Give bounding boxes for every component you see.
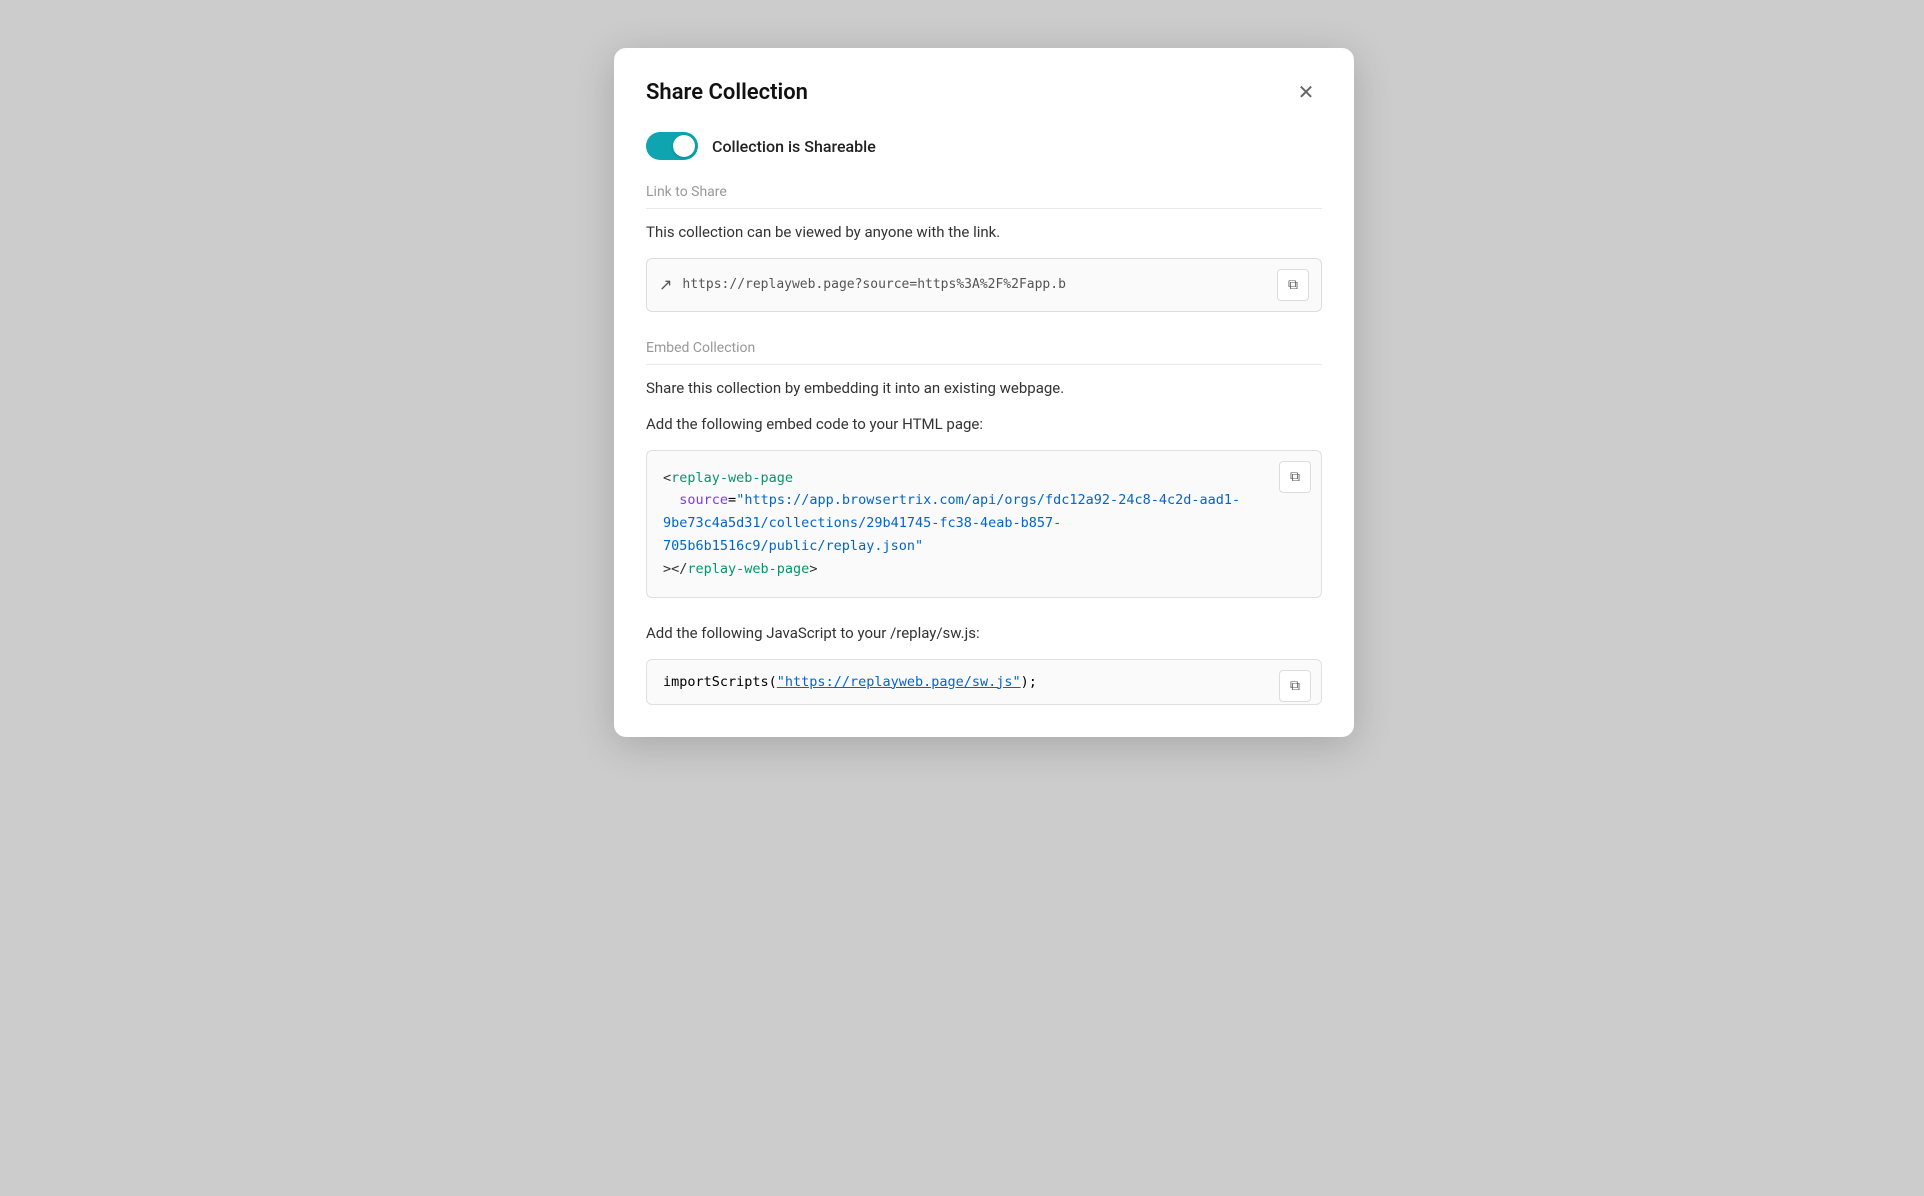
js-code-block: ⧉ importScripts("https://replayweb.page/… [646,659,1322,705]
embed-attr-name: source [679,492,728,508]
embed-code-line1: <replay-web-page [663,467,1305,490]
shareable-toggle[interactable] [646,132,698,160]
external-link-icon: ↗ [659,275,672,294]
embed-closing-tag: replay-web-page [687,561,809,577]
copy-js-button[interactable]: ⧉ [1279,670,1311,702]
embed-tag-name: replay-web-page [671,470,793,486]
modal-header: Share Collection ✕ [646,76,1322,108]
embed-code-line3: ></replay-web-page> [663,558,1305,581]
toggle-thumb [673,135,695,157]
code-bracket-open: < [663,470,671,486]
share-url: https://replayweb.page?source=https%3A%2… [682,277,1267,292]
js-label-text: Add the following JavaScript to your /re… [646,624,980,642]
share-collection-modal: Share Collection ✕ Collection is Shareab… [614,48,1354,737]
embed-attr-value: "https://app.browsertrix.com/api/orgs/fd… [663,492,1240,554]
link-section-label: Link to Share [646,184,1322,209]
share-link-box: ↗ https://replayweb.page?source=https%3A… [646,258,1322,312]
embed-section-label: Embed Collection [646,340,1322,365]
embed-code-block: ⧉ <replay-web-page source="https://app.b… [646,450,1322,599]
link-desc: This collection can be viewed by anyone … [646,221,1322,244]
js-code-start: importScripts( [663,674,777,690]
copy-embed-code-button[interactable]: ⧉ [1279,461,1311,493]
js-link[interactable]: "https://replayweb.page/sw.js" [777,674,1021,690]
js-section-label: Add the following JavaScript to your /re… [646,622,1322,645]
code-tag-close: ></ [663,561,687,577]
code-final-bracket: > [809,561,817,577]
toggle-label: Collection is Shareable [712,137,876,156]
modal-close-button[interactable]: ✕ [1290,76,1322,108]
shareable-toggle-row: Collection is Shareable [646,132,1322,160]
copy-link-button[interactable]: ⧉ [1277,269,1309,301]
embed-code-line2: source="https://app.browsertrix.com/api/… [663,489,1305,558]
embed-code-label: Add the following embed code to your HTM… [646,413,1322,436]
js-code-end: ); [1021,674,1037,690]
embed-desc: Share this collection by embedding it in… [646,377,1322,400]
modal-title: Share Collection [646,80,808,105]
